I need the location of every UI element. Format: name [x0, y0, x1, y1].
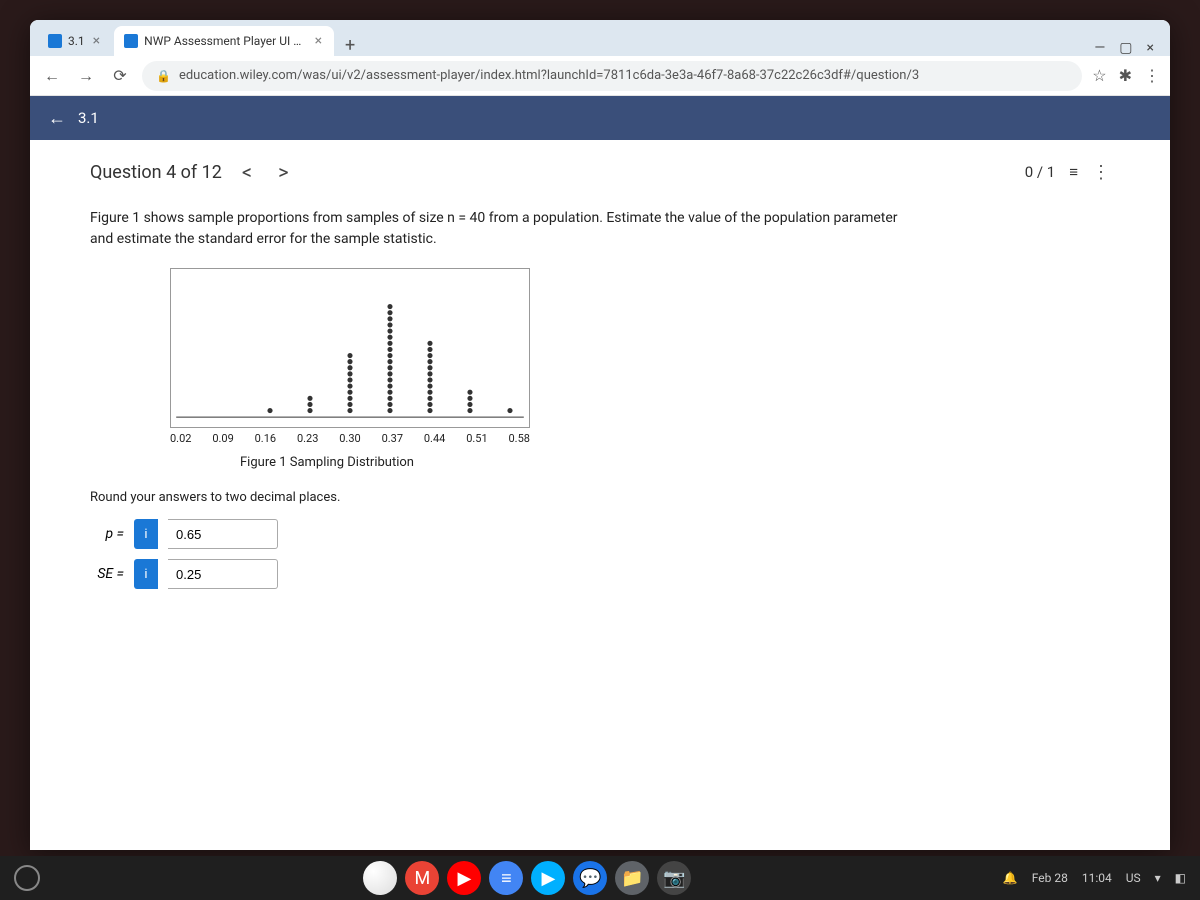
reload-button[interactable]: ⟳ — [108, 66, 132, 85]
answer-row-se: SE = i — [90, 559, 1110, 589]
forward-button[interactable]: → — [74, 66, 98, 86]
files-icon[interactable]: 📁 — [615, 861, 649, 895]
star-icon[interactable]: ☆ — [1092, 66, 1106, 85]
back-button[interactable]: ← — [40, 66, 64, 86]
camera-icon[interactable]: 📷 — [657, 861, 691, 895]
se-label: SE = — [90, 566, 124, 582]
window-controls: — ▢ × — [1086, 40, 1162, 56]
messages-icon[interactable]: 💬 — [573, 861, 607, 895]
launcher-icon[interactable] — [14, 865, 40, 891]
new-tab-button[interactable]: + — [336, 35, 364, 56]
tab-2[interactable]: NWP Assessment Player UI App × — [114, 26, 334, 56]
question-prompt: Figure 1 shows sample proportions from s… — [90, 208, 1110, 250]
shelf-date: Feb 28 — [1032, 871, 1068, 885]
rounding-instruction: Round your answers to two decimal places… — [90, 490, 1110, 505]
battery-icon: ◧ — [1175, 871, 1186, 885]
next-question-button[interactable]: > — [272, 160, 294, 184]
youtube-icon[interactable]: ▶ — [447, 861, 481, 895]
tab-favicon — [124, 34, 138, 48]
prev-question-button[interactable]: < — [236, 160, 258, 184]
browser-window: 3.1 × NWP Assessment Player UI App × + —… — [30, 20, 1170, 850]
p-input[interactable] — [168, 519, 278, 549]
url-text: education.wiley.com/was/ui/v2/assessment… — [179, 68, 919, 83]
question-score-area: 0 / 1 ≡ ⋮ — [1025, 162, 1110, 183]
docs-icon[interactable]: ≡ — [489, 861, 523, 895]
address-bar-row: ← → ⟳ 🔒 education.wiley.com/was/ui/v2/as… — [30, 56, 1170, 96]
se-input[interactable] — [168, 559, 278, 589]
url-bar[interactable]: 🔒 education.wiley.com/was/ui/v2/assessme… — [142, 61, 1082, 91]
menu-icon[interactable]: ⋮ — [1144, 66, 1160, 85]
tab-title: 3.1 — [68, 34, 85, 48]
question-content: Question 4 of 12 < > 0 / 1 ≡ ⋮ Figure 1 … — [30, 140, 1170, 850]
gmail-icon[interactable]: M — [405, 861, 439, 895]
shelf-locale: US — [1126, 871, 1141, 885]
play-store-icon[interactable]: ▶ — [531, 861, 565, 895]
taskbar: M ▶ ≡ ▶ 💬 📁 📷 🔔 Feb 28 11:04 US ▾ ◧ — [0, 856, 1200, 900]
close-window-icon[interactable]: × — [1147, 40, 1154, 56]
lock-icon: 🔒 — [156, 69, 171, 83]
list-icon[interactable]: ≡ — [1069, 163, 1078, 181]
figure-caption: Figure 1 Sampling Distribution — [240, 455, 1110, 470]
extensions-icon[interactable]: ✱ — [1119, 66, 1132, 85]
chrome-icon[interactable] — [363, 861, 397, 895]
notifications-icon[interactable]: 🔔 — [1003, 871, 1018, 885]
app-breadcrumb: 3.1 — [78, 109, 99, 127]
tab-favicon — [48, 34, 62, 48]
tab-title: NWP Assessment Player UI App — [144, 34, 307, 48]
score-text: 0 / 1 — [1025, 163, 1056, 181]
info-icon[interactable]: i — [134, 559, 158, 589]
app-back-icon[interactable]: ← — [48, 108, 66, 129]
app-header-bar: ← 3.1 — [30, 96, 1170, 140]
info-icon[interactable]: i — [134, 519, 158, 549]
answer-row-p: p = i — [90, 519, 1110, 549]
maximize-icon[interactable]: ▢ — [1119, 40, 1132, 56]
status-tray[interactable]: 🔔 Feb 28 11:04 US ▾ ◧ — [1003, 871, 1186, 885]
sampling-distribution-plot — [170, 268, 530, 428]
minimize-icon[interactable]: — — [1094, 40, 1105, 56]
x-axis-ticks: 0.020.090.160.230.300.370.440.510.58 — [170, 432, 530, 445]
p-label: p = — [90, 526, 124, 542]
kebab-icon[interactable]: ⋮ — [1092, 162, 1110, 183]
wifi-icon: ▾ — [1155, 871, 1161, 885]
shelf-apps: M ▶ ≡ ▶ 💬 📁 📷 — [58, 861, 997, 895]
tab-strip: 3.1 × NWP Assessment Player UI App × + —… — [30, 20, 1170, 56]
tab-1[interactable]: 3.1 × — [38, 26, 112, 56]
question-title: Question 4 of 12 — [90, 162, 222, 183]
close-icon[interactable]: × — [91, 33, 102, 49]
close-icon[interactable]: × — [313, 33, 324, 49]
shelf-time: 11:04 — [1082, 871, 1112, 885]
toolbar-right: ☆ ✱ ⋮ — [1092, 66, 1160, 85]
question-header: Question 4 of 12 < > 0 / 1 ≡ ⋮ — [90, 160, 1110, 184]
